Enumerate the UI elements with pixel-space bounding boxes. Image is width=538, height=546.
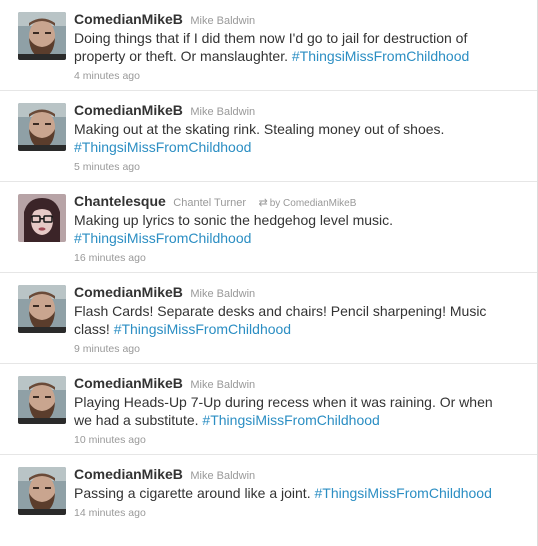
tweet-body: Passing a cigarette around like a joint. bbox=[74, 485, 315, 501]
timestamp-link[interactable]: 16 minutes ago bbox=[74, 252, 537, 264]
tweet-header: ComedianMikeB Mike Baldwin bbox=[74, 283, 537, 301]
screen-name-link[interactable]: ComedianMikeB bbox=[74, 284, 183, 300]
retweet-icon: ⇄ bbox=[258, 197, 268, 209]
avatar[interactable] bbox=[18, 103, 66, 151]
hashtag-link[interactable]: #ThingsiMissFromChildhood bbox=[74, 139, 251, 155]
tweet-header: ComedianMikeB Mike Baldwin bbox=[74, 10, 537, 28]
avatar-bearded-man-image bbox=[18, 103, 66, 151]
tweet-item: ComedianMikeB Mike Baldwin Flash Cards! … bbox=[0, 273, 537, 364]
tweet-item: ComedianMikeB Mike Baldwin Playing Heads… bbox=[0, 364, 537, 455]
tweet-item: ComedianMikeB Mike Baldwin Making out at… bbox=[0, 91, 537, 182]
screen-name-link[interactable]: ComedianMikeB bbox=[74, 466, 183, 482]
timestamp-link[interactable]: 14 minutes ago bbox=[74, 507, 537, 519]
timestamp-link[interactable]: 5 minutes ago bbox=[74, 161, 537, 173]
tweet-text: Flash Cards! Separate desks and chairs! … bbox=[74, 302, 514, 338]
hashtag-link[interactable]: #ThingsiMissFromChildhood bbox=[114, 321, 291, 337]
tweet-body: Making up lyrics to sonic the hedgehog l… bbox=[74, 212, 394, 228]
avatar[interactable] bbox=[18, 285, 66, 333]
tweet-header: ComedianMikeB Mike Baldwin bbox=[74, 101, 537, 119]
avatar-bearded-man-image bbox=[18, 376, 66, 424]
timestamp-link[interactable]: 9 minutes ago bbox=[74, 343, 537, 355]
avatar-bearded-man-image bbox=[18, 467, 66, 515]
tweet-timeline: ComedianMikeB Mike Baldwin Doing things … bbox=[0, 0, 538, 546]
tweet-text: Making out at the skating rink. Stealing… bbox=[74, 120, 514, 156]
screen-name-link[interactable]: ComedianMikeB bbox=[74, 11, 183, 27]
hashtag-link[interactable]: #ThingsiMissFromChildhood bbox=[314, 485, 491, 501]
avatar[interactable] bbox=[18, 376, 66, 424]
full-name: Mike Baldwin bbox=[190, 288, 256, 300]
tweet-header: ComedianMikeB Mike Baldwin bbox=[74, 465, 537, 483]
avatar-bearded-man-image bbox=[18, 12, 66, 60]
tweet-text: Passing a cigarette around like a joint.… bbox=[74, 484, 514, 502]
hashtag-link[interactable]: #ThingsiMissFromChildhood bbox=[74, 230, 251, 246]
full-name: Mike Baldwin bbox=[190, 379, 256, 391]
avatar[interactable] bbox=[18, 12, 66, 60]
screen-name-link[interactable]: Chantelesque bbox=[74, 193, 166, 209]
hashtag-link[interactable]: #ThingsiMissFromChildhood bbox=[292, 48, 469, 64]
hashtag-link[interactable]: #ThingsiMissFromChildhood bbox=[202, 412, 379, 428]
full-name: Mike Baldwin bbox=[190, 106, 256, 118]
retweeted-by: by ComedianMikeB bbox=[269, 198, 357, 209]
screen-name-link[interactable]: ComedianMikeB bbox=[74, 375, 183, 391]
avatar-woman-glasses-image bbox=[18, 194, 66, 242]
screen-name-link[interactable]: ComedianMikeB bbox=[74, 102, 183, 118]
full-name: Mike Baldwin bbox=[190, 470, 256, 482]
retweet-attribution: ⇄ by ComedianMikeB bbox=[258, 197, 357, 209]
avatar-bearded-man-image bbox=[18, 285, 66, 333]
full-name: Chantel Turner bbox=[173, 197, 247, 209]
tweet-body: Making out at the skating rink. Stealing… bbox=[74, 121, 445, 137]
tweet-item: Chantelesque Chantel Turner ⇄ by Comedian… bbox=[0, 182, 537, 273]
tweet-header: Chantelesque Chantel Turner ⇄ by Comedian… bbox=[74, 192, 537, 210]
avatar[interactable] bbox=[18, 194, 66, 242]
timestamp-link[interactable]: 10 minutes ago bbox=[74, 434, 537, 446]
tweet-item: ComedianMikeB Mike Baldwin Passing a cig… bbox=[0, 455, 537, 546]
tweet-item: ComedianMikeB Mike Baldwin Doing things … bbox=[0, 0, 537, 91]
tweet-text: Playing Heads-Up 7-Up during recess when… bbox=[74, 393, 514, 429]
tweet-text: Making up lyrics to sonic the hedgehog l… bbox=[74, 211, 514, 247]
tweet-header: ComedianMikeB Mike Baldwin bbox=[74, 374, 537, 392]
timestamp-link[interactable]: 4 minutes ago bbox=[74, 70, 537, 82]
tweet-text: Doing things that if I did them now I'd … bbox=[74, 29, 514, 65]
full-name: Mike Baldwin bbox=[190, 15, 256, 27]
avatar[interactable] bbox=[18, 467, 66, 515]
